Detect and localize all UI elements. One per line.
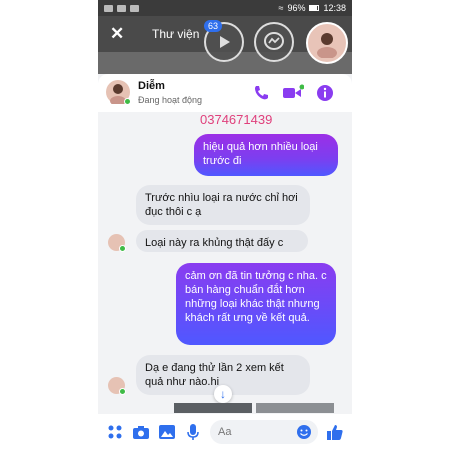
online-indicator: [119, 388, 126, 395]
incoming-message[interactable]: Trước nhìu loại ra nước chỉ hơi đục thôi…: [136, 185, 310, 225]
image-attachment[interactable]: [174, 403, 252, 413]
microphone-icon[interactable]: [184, 423, 202, 441]
video-call-icon[interactable]: [282, 84, 304, 102]
outgoing-message[interactable]: cảm ơn đã tin tưởng c nha. c bán hàng ch…: [176, 263, 336, 345]
contact-chat-head[interactable]: [306, 22, 348, 64]
phone-number-overlay: 0374671439: [200, 112, 273, 127]
phone-call-icon[interactable]: [252, 84, 270, 102]
messenger-chat-head[interactable]: [254, 22, 294, 62]
avatar: [108, 234, 126, 252]
gallery-icon[interactable]: [158, 423, 176, 441]
status-bar: ≈ 96% 12:38: [98, 0, 352, 16]
message-composer: Aa: [98, 414, 352, 450]
status-system: ≈ 96% 12:38: [279, 3, 347, 13]
arrow-down-icon: ↓: [220, 387, 226, 401]
contact-status: Đang hoạt động: [138, 95, 203, 105]
battery-percent: 96%: [287, 3, 306, 13]
image-attachment[interactable]: [256, 403, 334, 413]
info-icon[interactable]: [316, 84, 334, 102]
avatar: [108, 377, 126, 395]
clock: 12:38: [323, 3, 346, 13]
notification-icon: [117, 4, 126, 12]
gallery-title: Thư viện: [152, 27, 200, 41]
avatar-icon: [317, 33, 337, 58]
play-icon: [220, 36, 230, 48]
outgoing-message[interactable]: hiệu quả hơn nhiều loại trước đi: [194, 134, 338, 176]
unread-badge: 63: [204, 20, 223, 32]
wifi-icon: ≈: [278, 3, 284, 13]
contact-name[interactable]: Diễm: [138, 80, 165, 92]
message-input-placeholder: Aa: [218, 426, 232, 438]
chat-header: Diễm Đang hoạt động: [98, 74, 352, 112]
notification-icon: [104, 4, 113, 12]
scroll-down-button[interactable]: ↓: [214, 385, 232, 403]
online-indicator: [124, 98, 131, 105]
like-thumb-icon[interactable]: [326, 423, 344, 441]
messenger-icon: [264, 32, 284, 50]
message-input[interactable]: Aa: [210, 420, 318, 444]
apps-grid-icon[interactable]: [106, 423, 124, 441]
online-indicator: [119, 245, 126, 252]
battery-icon: [309, 5, 320, 11]
status-notification-icons: [104, 4, 139, 12]
emoji-icon[interactable]: [296, 424, 312, 440]
camera-icon[interactable]: [132, 423, 150, 441]
incoming-message[interactable]: Loại này ra khủng thật đấy c: [136, 230, 308, 252]
close-icon[interactable]: ✕: [110, 24, 124, 44]
phone-screen: ≈ 96% 12:38 ✕ Thư viện 63 Diễm Đang hoạt…: [98, 0, 352, 450]
image-attachments[interactable]: [174, 403, 334, 413]
notification-icon: [130, 4, 139, 12]
